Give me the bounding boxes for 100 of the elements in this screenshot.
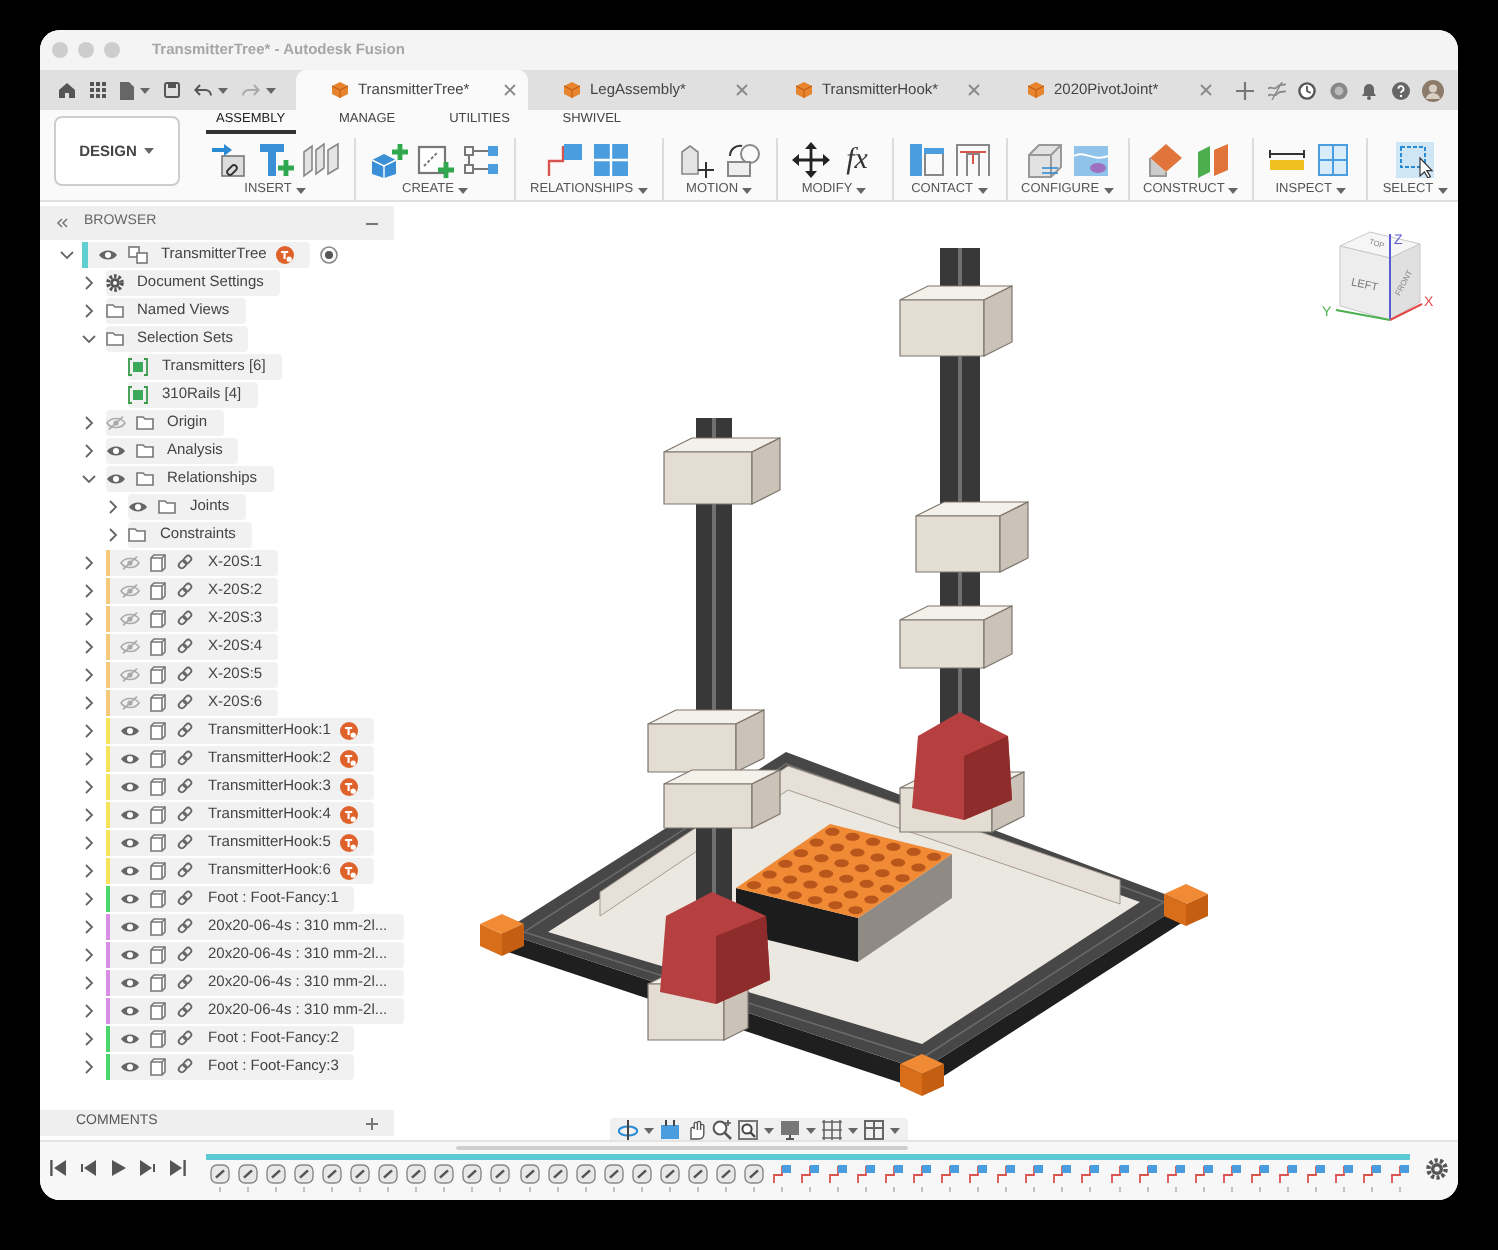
- chain-icon[interactable]: [490, 1164, 511, 1192]
- joint-icon[interactable]: [884, 1164, 905, 1192]
- cube-icon[interactable]: [1025, 141, 1064, 177]
- columns-icon[interactable]: [907, 141, 946, 177]
- caret-icon[interactable]: [295, 187, 306, 193]
- look-at-icon[interactable]: [660, 1120, 680, 1140]
- joint-icon[interactable]: [1109, 1164, 1129, 1192]
- joint-icon[interactable]: [828, 1164, 849, 1192]
- chain-icon[interactable]: [462, 1164, 483, 1192]
- eye-icon[interactable]: [120, 835, 140, 849]
- play-icon[interactable]: [110, 1160, 126, 1176]
- planes-icon[interactable]: [1194, 141, 1233, 177]
- joint-icon[interactable]: [1249, 1164, 1270, 1192]
- eye-icon[interactable]: [120, 891, 140, 905]
- chain-icon[interactable]: [519, 1164, 540, 1192]
- joint-icon[interactable]: [1024, 1164, 1045, 1192]
- caret-icon[interactable]: [644, 1127, 654, 1133]
- chevron-right-icon[interactable]: [84, 779, 94, 793]
- chevron-right-icon[interactable]: [84, 1059, 94, 1073]
- caret-icon[interactable]: [764, 1127, 774, 1133]
- chevron-right-icon[interactable]: [84, 443, 94, 457]
- home-icon[interactable]: [58, 82, 76, 98]
- caret-icon[interactable]: [1103, 187, 1114, 193]
- caret-icon[interactable]: [1228, 187, 1239, 193]
- chain-icon[interactable]: [659, 1164, 680, 1192]
- pan-icon[interactable]: [686, 1120, 706, 1140]
- chain-icon[interactable]: [266, 1164, 287, 1192]
- caret-icon[interactable]: [266, 87, 276, 93]
- chain-icon[interactable]: [378, 1164, 399, 1192]
- eye-icon[interactable]: [120, 1031, 140, 1045]
- cube-plus-icon[interactable]: [370, 141, 408, 177]
- eye-icon[interactable]: [120, 723, 140, 737]
- layout-icon[interactable]: [864, 1120, 884, 1140]
- chevron-right-icon[interactable]: [84, 863, 94, 877]
- grid-icon[interactable]: [822, 1120, 842, 1140]
- skip-end-icon[interactable]: [170, 1160, 186, 1176]
- view-cube[interactable]: [1339, 231, 1421, 321]
- close-icon[interactable]: [504, 84, 516, 96]
- file-icon[interactable]: [120, 81, 134, 99]
- minus-icon[interactable]: [366, 221, 378, 225]
- chevron-down-icon[interactable]: [82, 333, 96, 343]
- joint-icon[interactable]: [1333, 1164, 1354, 1192]
- chevron-right-icon[interactable]: [107, 499, 117, 513]
- caret-icon[interactable]: [806, 1127, 816, 1133]
- bell-icon[interactable]: [1360, 81, 1378, 99]
- eye-icon[interactable]: [97, 247, 117, 261]
- chain-icon[interactable]: [406, 1164, 427, 1192]
- eye-icon[interactable]: [120, 975, 140, 989]
- joint-icon[interactable]: [799, 1164, 820, 1192]
- joint-icon[interactable]: [1277, 1164, 1298, 1192]
- caret-icon[interactable]: [856, 187, 867, 193]
- eye-icon[interactable]: [120, 919, 140, 933]
- eye-icon[interactable]: [105, 471, 125, 485]
- rotate-icon[interactable]: [723, 141, 762, 177]
- chevron-right-icon[interactable]: [84, 723, 94, 737]
- bracket-move-icon[interactable]: [677, 141, 716, 177]
- skip-start-icon[interactable]: [50, 1160, 66, 1176]
- chevron-right-icon[interactable]: [84, 639, 94, 653]
- chevron-right-icon[interactable]: [84, 807, 94, 821]
- caret-icon[interactable]: [218, 87, 228, 93]
- fit-icon[interactable]: [738, 1120, 758, 1140]
- table-icon[interactable]: [1071, 141, 1110, 177]
- chain-icon[interactable]: [603, 1164, 624, 1192]
- chevron-right-icon[interactable]: [84, 555, 94, 569]
- chevron-right-icon[interactable]: [84, 583, 94, 597]
- chevron-right-icon[interactable]: [84, 891, 94, 905]
- joint-icon[interactable]: [996, 1164, 1017, 1192]
- select-box-icon[interactable]: [1395, 141, 1434, 177]
- caret-icon[interactable]: [144, 148, 155, 154]
- chevron-down-icon[interactable]: [59, 249, 73, 259]
- eye-icon[interactable]: [120, 779, 140, 793]
- chevron-right-icon[interactable]: [84, 275, 94, 289]
- eye-icon[interactable]: [105, 443, 125, 457]
- chevron-right-icon[interactable]: [84, 1031, 94, 1045]
- chain-icon[interactable]: [238, 1164, 259, 1192]
- grid-icon[interactable]: [90, 82, 106, 98]
- wave-icon[interactable]: [1267, 81, 1285, 99]
- eye-icon[interactable]: [120, 1059, 140, 1073]
- eye-icon[interactable]: [120, 807, 140, 821]
- orbit-icon[interactable]: [618, 1120, 638, 1140]
- chevron-right-icon[interactable]: [84, 695, 94, 709]
- caret-icon[interactable]: [742, 187, 753, 193]
- chevron-right-icon[interactable]: [84, 947, 94, 961]
- joint-icon[interactable]: [1361, 1164, 1382, 1192]
- chevron-down-icon[interactable]: [82, 473, 96, 483]
- chain-icon[interactable]: [350, 1164, 371, 1192]
- plus-icon[interactable]: [1236, 81, 1254, 99]
- caret-icon[interactable]: [140, 87, 150, 93]
- chevron-right-icon[interactable]: [84, 415, 94, 429]
- caret-icon[interactable]: [890, 1127, 900, 1133]
- caret-icon[interactable]: [848, 1127, 858, 1133]
- joint-icon[interactable]: [546, 141, 585, 177]
- chain-icon[interactable]: [547, 1164, 568, 1192]
- joint-icon[interactable]: [856, 1164, 877, 1192]
- clock-icon[interactable]: [1298, 81, 1316, 99]
- chevron-right-icon[interactable]: [84, 667, 94, 681]
- joint-icon[interactable]: [1305, 1164, 1326, 1192]
- puzzle-icon[interactable]: [592, 141, 631, 177]
- step-forward-icon[interactable]: [140, 1160, 156, 1176]
- chevron-right-icon[interactable]: [84, 751, 94, 765]
